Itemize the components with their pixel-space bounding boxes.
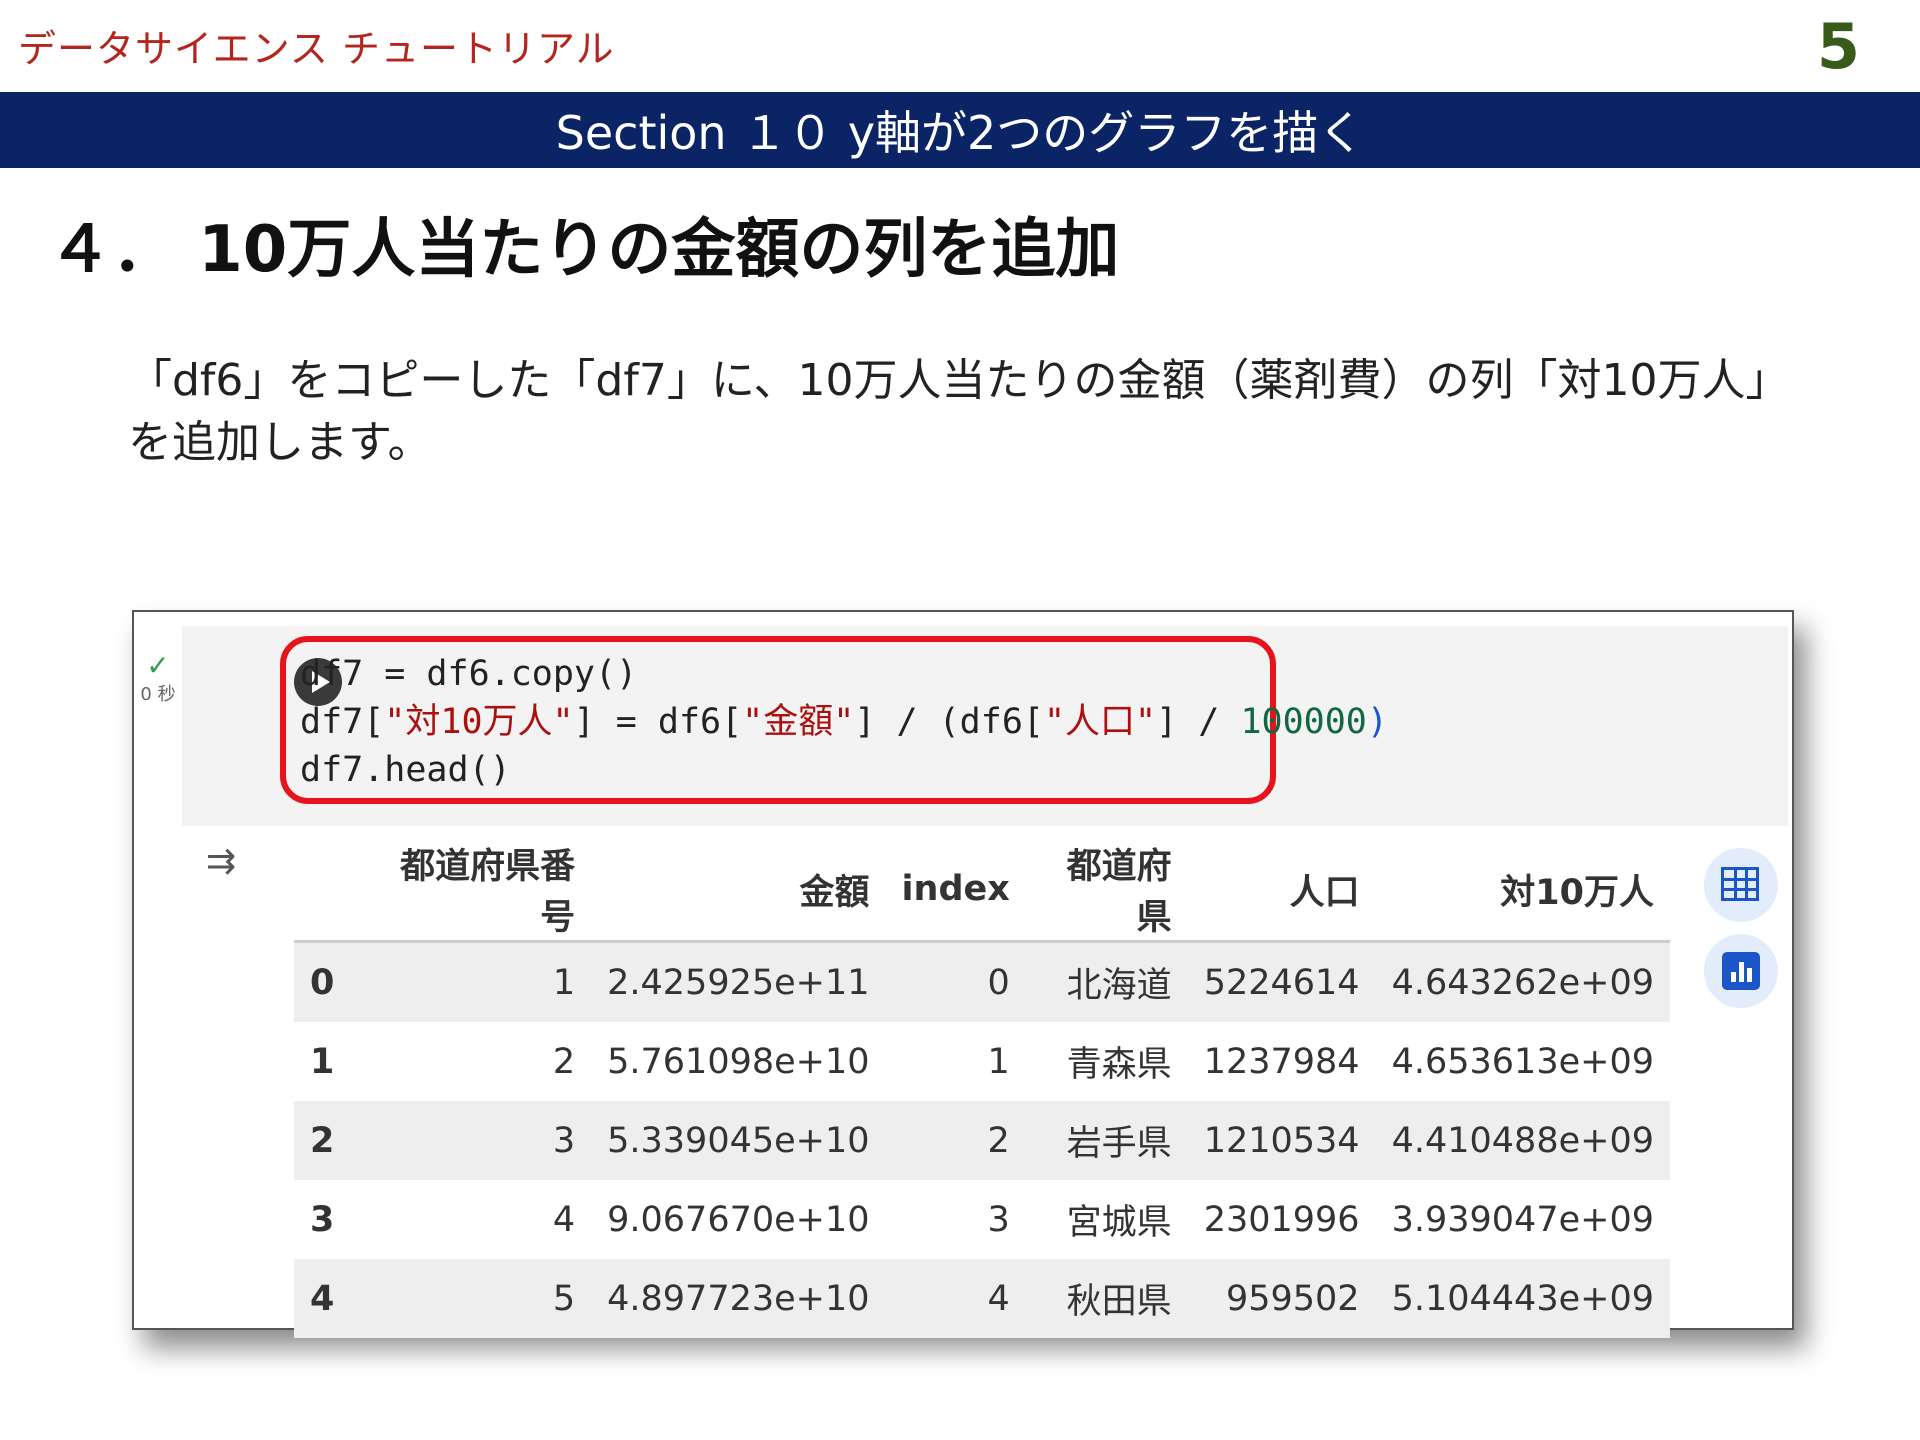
table-cell: 1237984 <box>1187 1022 1376 1101</box>
table-row: 2 3 5.339045e+10 2 岩手県 1210534 4.410488e… <box>294 1101 1670 1180</box>
table-cell: 2 <box>366 1022 592 1101</box>
row-index: 0 <box>294 941 366 1022</box>
table-row: 4 5 4.897723e+10 4 秋田県 959502 5.104443e+… <box>294 1259 1670 1338</box>
table-cell: 1 <box>366 941 592 1022</box>
table-cell: 5.104443e+09 <box>1375 1259 1670 1338</box>
page-number: 5 <box>1816 10 1860 83</box>
table-cell: 2 <box>885 1101 1026 1180</box>
table-cell: 2301996 <box>1187 1180 1376 1259</box>
table-cell: 4.653613e+09 <box>1375 1022 1670 1101</box>
column-header: 都道府県 <box>1025 838 1188 943</box>
table-row: 3 4 9.067670e+10 3 宮城県 2301996 3.939047e… <box>294 1180 1670 1259</box>
table-cell: 宮城県 <box>1025 1180 1188 1259</box>
code-editor[interactable]: df7 = df6.copy() df7["対10万人"] = df6["金額"]… <box>300 650 1388 794</box>
table-cell: 4.897723e+10 <box>591 1259 886 1338</box>
table-cell: 5 <box>366 1259 592 1338</box>
column-header: 金額 <box>591 838 886 943</box>
table-cell: 1 <box>885 1022 1026 1101</box>
table-cell: 0 <box>885 941 1026 1022</box>
table-icon[interactable] <box>1704 848 1778 922</box>
row-index: 3 <box>294 1180 366 1259</box>
table-cell: 3.939047e+09 <box>1375 1180 1670 1259</box>
row-index: 2 <box>294 1101 366 1180</box>
row-index: 1 <box>294 1022 366 1101</box>
table-cell: 5.761098e+10 <box>591 1022 886 1101</box>
column-header: 人口 <box>1187 838 1376 943</box>
table-cell: 1210534 <box>1187 1101 1376 1180</box>
code-line-3: df7.head() <box>300 750 511 790</box>
chart-glyph <box>1722 952 1760 990</box>
row-index: 4 <box>294 1259 366 1338</box>
table-cell: 4.410488e+09 <box>1375 1101 1670 1180</box>
table-grid-glyph <box>1721 867 1759 901</box>
output-toggle-icon[interactable]: ⇉ <box>206 840 262 884</box>
column-header: 対10万人 <box>1375 838 1670 943</box>
table-cell: 959502 <box>1187 1259 1376 1338</box>
table-cell: 3 <box>366 1101 592 1180</box>
column-header: index <box>885 838 1026 943</box>
column-header: 都道府県番号 <box>366 838 592 943</box>
table-row: 0 1 2.425925e+11 0 北海道 5224614 4.643262e… <box>294 941 1670 1022</box>
table-cell: 岩手県 <box>1025 1101 1188 1180</box>
check-icon: ✓ <box>146 649 170 682</box>
table-cell: 3 <box>885 1180 1026 1259</box>
table-cell: 青森県 <box>1025 1022 1188 1101</box>
execution-time: 0 秒 <box>140 684 176 705</box>
section-banner: Section １０ y軸が2つのグラフを描く <box>0 92 1920 168</box>
table-cell: 4 <box>885 1259 1026 1338</box>
description-text: 「df6」をコピーした「df7」に、10万人当たりの金額（薬剤費）の列「対10万… <box>128 355 1790 468</box>
index-header <box>294 838 366 943</box>
table-cell: 北海道 <box>1025 941 1188 1022</box>
chart-icon[interactable] <box>1704 934 1778 1008</box>
table-cell: 4.643262e+09 <box>1375 941 1670 1022</box>
dataframe-table: 都道府県番号 金額 index 都道府県 人口 対10万人 0 1 2.4259… <box>294 838 1670 1338</box>
section-title: Section １０ y軸が2つのグラフを描く <box>555 106 1365 160</box>
brand-title: データサイエンス チュートリアル <box>18 27 615 71</box>
table-row: 1 2 5.761098e+10 1 青森県 1237984 4.653613e… <box>294 1022 1670 1101</box>
table-cell: 4 <box>366 1180 592 1259</box>
table-cell: 5.339045e+10 <box>591 1101 886 1180</box>
code-line-1: df7 = df6.copy() <box>300 654 638 694</box>
code-line-2: df7["対10万人"] = df6["金額"] / (df6["人口"] / … <box>300 702 1388 742</box>
table-cell: 5224614 <box>1187 941 1376 1022</box>
cell-status: ✓ 0 秒 <box>136 652 180 706</box>
table-cell: 9.067670e+10 <box>591 1180 886 1259</box>
table-header-row: 都道府県番号 金額 index 都道府県 人口 対10万人 <box>294 838 1670 943</box>
notebook-screenshot: ✓ 0 秒 df7 = df6.copy() df7["対10万人"] = df6… <box>132 610 1794 1338</box>
table-cell: 秋田県 <box>1025 1259 1188 1338</box>
table-cell: 2.425925e+11 <box>591 941 886 1022</box>
page-heading: ４． 10万人当たりの金額の列を追加 <box>48 213 1120 287</box>
